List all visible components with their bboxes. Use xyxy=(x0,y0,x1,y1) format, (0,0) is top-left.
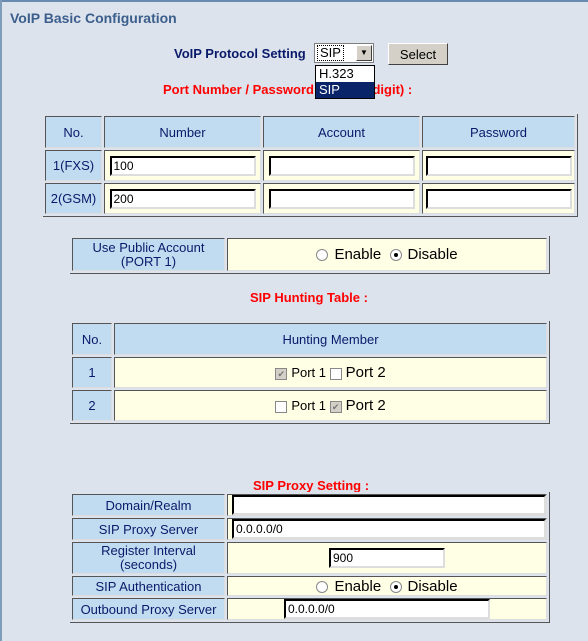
sip-auth-radio-group: Enable Disable xyxy=(227,576,547,596)
port1-label: Port 1 xyxy=(291,365,327,380)
top-border xyxy=(0,0,588,2)
public-account-enable-radio[interactable] xyxy=(316,249,329,262)
hunting-members: Port 1 Port 2 xyxy=(114,357,547,388)
port2-checkbox[interactable] xyxy=(329,400,342,413)
enable-label: Enable xyxy=(334,577,382,595)
sip-proxy-server-input[interactable] xyxy=(232,519,546,539)
table-row: 2(GSM) xyxy=(45,183,575,214)
protocol-option-h323[interactable]: H.323 xyxy=(316,66,374,82)
protocol-dropdown-list: H.323 SIP xyxy=(315,65,375,99)
public-account-disable-radio[interactable] xyxy=(389,249,402,262)
public-account-label-line2: (PORT 1) xyxy=(120,253,177,269)
hunting-table: No. Hunting Member 1 Port 1 Port 2 2 Por… xyxy=(70,321,550,424)
protocol-selected-value: SIP xyxy=(317,45,344,61)
sip-proxy-server-label: SIP Proxy Server xyxy=(72,518,225,540)
row-no: 1(FXS) xyxy=(45,150,102,181)
header-account: Account xyxy=(263,116,420,148)
public-account-table: Use Public Account (PORT 1) Enable Disab… xyxy=(70,236,550,274)
proxy-section-title: SIP Proxy Setting : xyxy=(253,478,370,493)
register-interval-label: Register Interval (seconds) xyxy=(72,542,225,574)
table-row: 1 Port 1 Port 2 xyxy=(72,357,547,388)
port2-checkbox[interactable] xyxy=(329,367,342,380)
row-no: 2 xyxy=(72,390,112,421)
port-table: No. Number Account Password 1(FXS) 2(GSM… xyxy=(43,114,578,217)
number-input-port2[interactable] xyxy=(109,188,256,209)
header-password: Password xyxy=(422,116,575,148)
public-account-label: Use Public Account (PORT 1) xyxy=(72,238,225,271)
domain-input[interactable] xyxy=(232,495,546,515)
public-account-label-line1: Use Public Account xyxy=(92,239,205,255)
protocol-setting-label: VoIP Protocol Setting xyxy=(174,46,306,61)
table-row: 1(FXS) xyxy=(45,150,575,181)
enable-label: Enable xyxy=(334,246,382,263)
port1-checkbox[interactable] xyxy=(275,400,288,413)
sip-auth-enable-radio[interactable] xyxy=(316,580,329,593)
header-no: No. xyxy=(45,116,102,148)
register-interval-label-line2: (seconds) xyxy=(119,557,178,572)
hunting-header-no: No. xyxy=(72,323,112,355)
left-border xyxy=(0,0,2,641)
hunting-section-title: SIP Hunting Table : xyxy=(250,290,368,305)
port1-label: Port 1 xyxy=(291,398,327,413)
row-no: 2(GSM) xyxy=(45,183,102,214)
password-input-port1[interactable] xyxy=(425,155,572,176)
register-interval-input[interactable] xyxy=(329,548,445,568)
chevron-down-icon[interactable]: ▼ xyxy=(356,45,372,61)
header-number: Number xyxy=(104,116,261,148)
port2-label: Port 2 xyxy=(345,364,386,381)
sip-auth-disable-radio[interactable] xyxy=(389,580,402,593)
account-input-port1[interactable] xyxy=(268,155,415,176)
table-row: 2 Port 1 Port 2 xyxy=(72,390,547,421)
proxy-table: Domain/Realm SIP Proxy Server Register I… xyxy=(70,492,550,623)
protocol-option-sip[interactable]: SIP xyxy=(316,82,374,98)
hunting-header-member: Hunting Member xyxy=(114,323,547,355)
public-account-radio-group: Enable Disable xyxy=(227,238,547,271)
outbound-proxy-label: Outbound Proxy Server xyxy=(72,598,225,620)
disable-label: Disable xyxy=(407,246,458,263)
select-button[interactable]: Select xyxy=(388,43,448,65)
protocol-select[interactable]: SIP ▼ xyxy=(314,43,374,63)
account-input-port2[interactable] xyxy=(268,188,415,209)
port1-checkbox[interactable] xyxy=(275,367,288,380)
domain-label: Domain/Realm xyxy=(72,494,225,516)
sip-auth-label: SIP Authentication xyxy=(72,576,225,596)
page-title: VoIP Basic Configuration xyxy=(10,10,177,26)
hunting-members: Port 1 Port 2 xyxy=(114,390,547,421)
port2-label: Port 2 xyxy=(345,397,386,414)
number-input-port1[interactable] xyxy=(109,155,256,176)
outbound-proxy-input[interactable] xyxy=(284,599,490,619)
register-interval-label-line1: Register Interval xyxy=(101,543,196,558)
row-no: 1 xyxy=(72,357,112,388)
password-input-port2[interactable] xyxy=(425,188,572,209)
disable-label: Disable xyxy=(407,577,458,595)
